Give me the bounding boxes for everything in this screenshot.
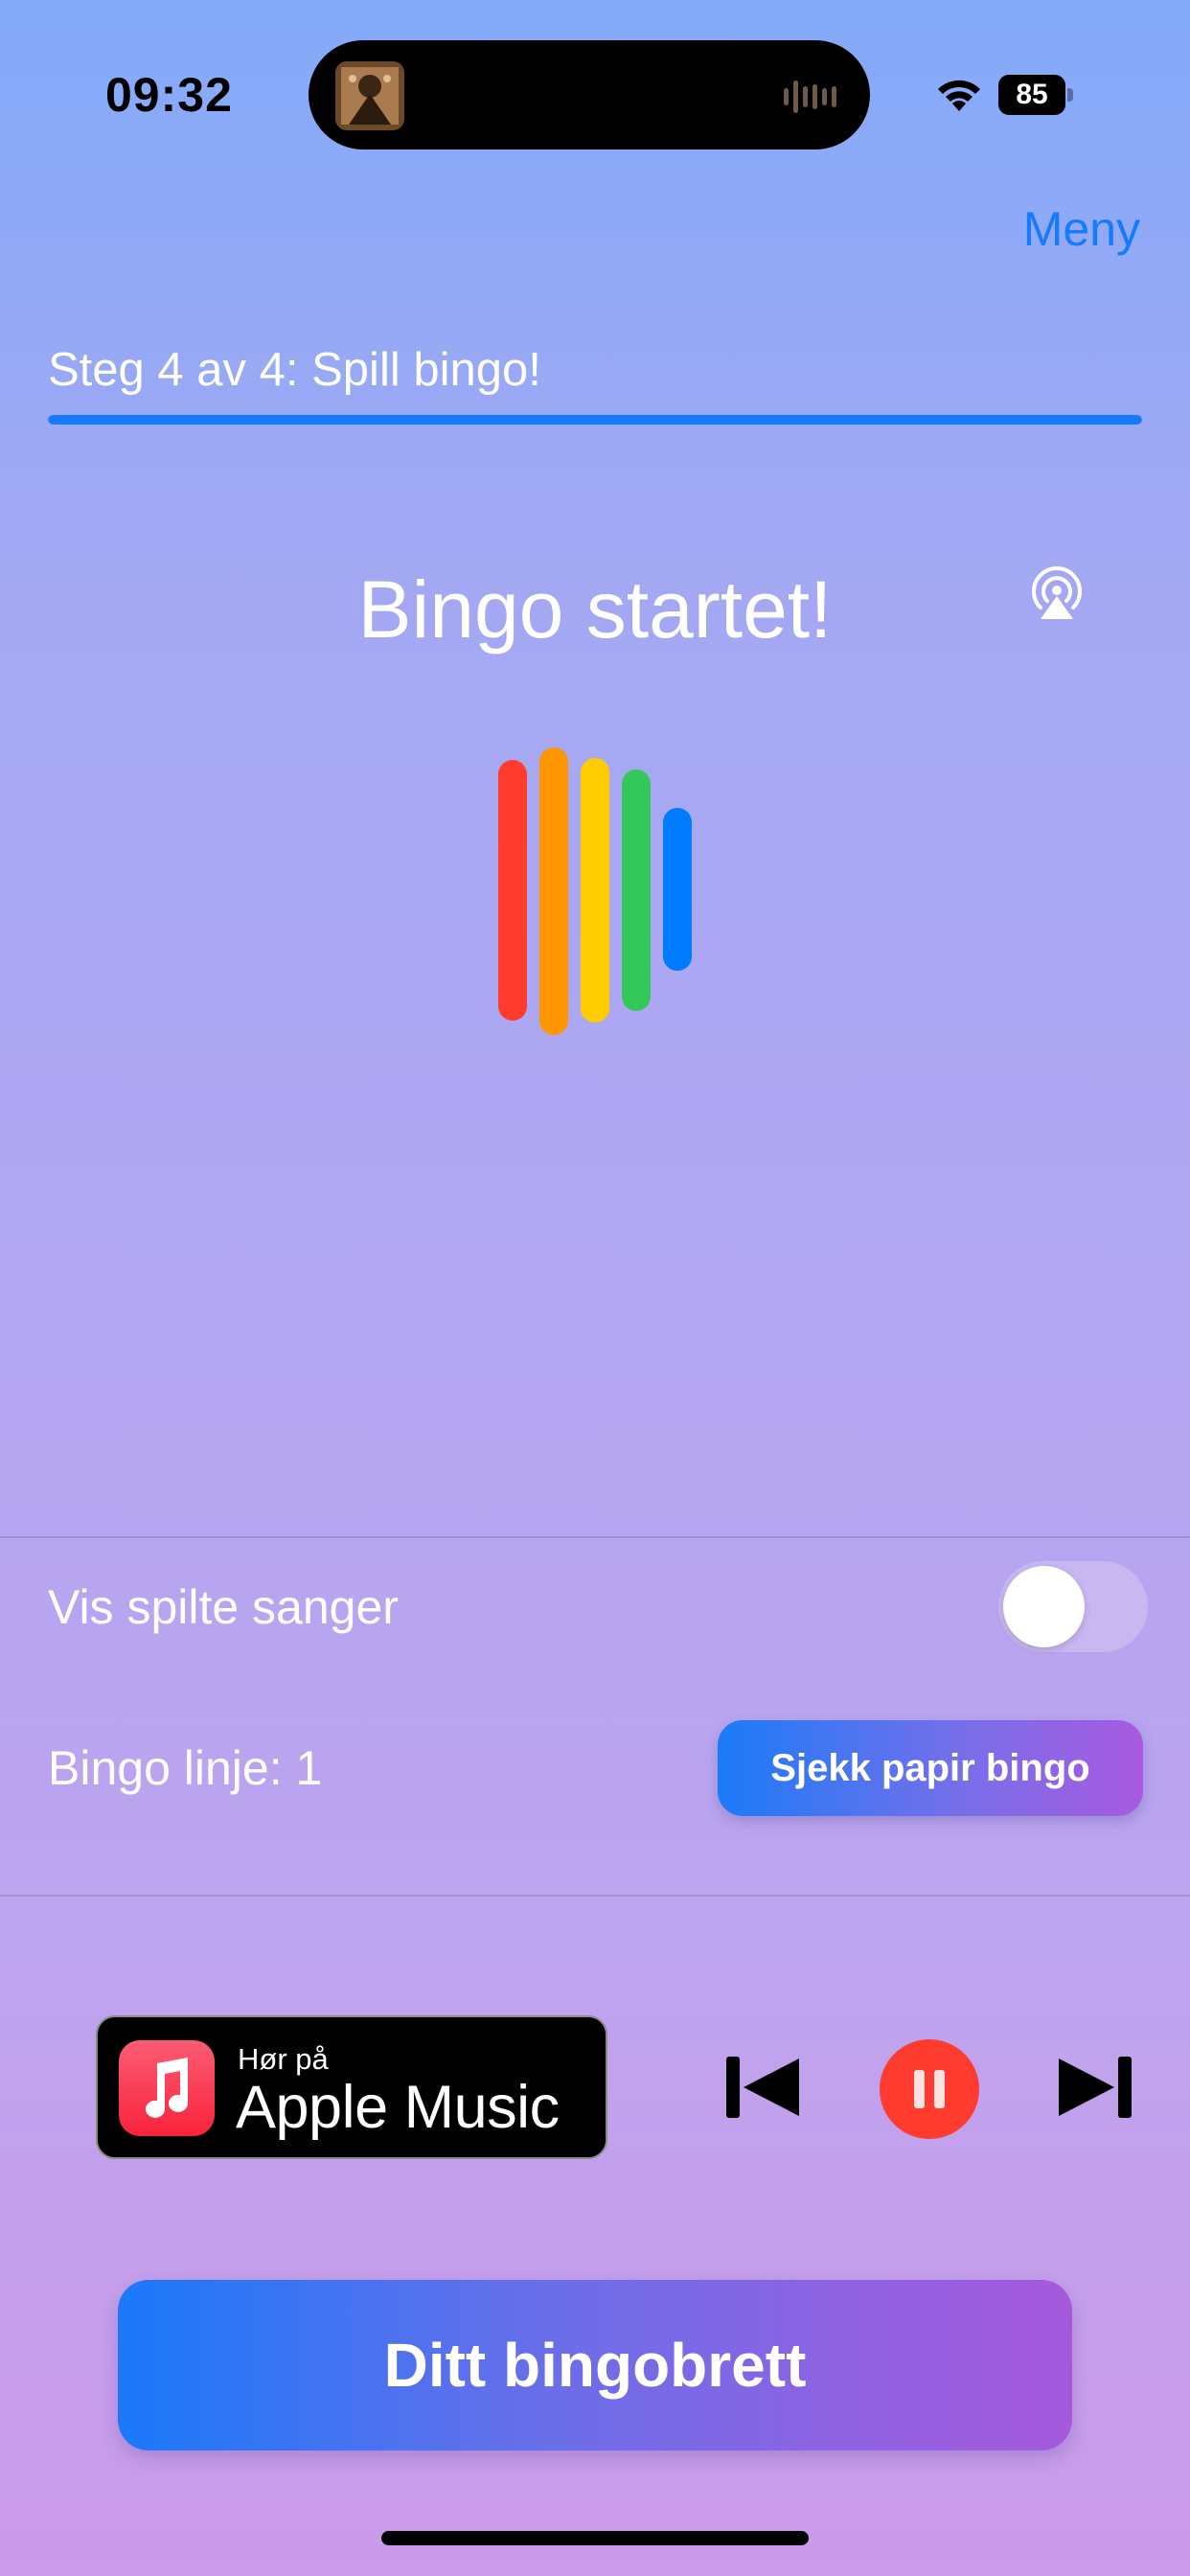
check-paper-bingo-button[interactable]: Sjekk papir bingo xyxy=(718,1720,1143,1816)
pause-button[interactable] xyxy=(880,2039,979,2139)
page-title: Bingo startet! xyxy=(357,564,833,655)
dynamic-island[interactable] xyxy=(309,40,870,150)
pause-icon xyxy=(914,2070,945,2108)
battery-level: 85 xyxy=(1016,79,1048,110)
wifi-icon xyxy=(934,75,984,113)
now-playing-artwork xyxy=(335,61,404,130)
previous-track-button[interactable] xyxy=(722,2053,803,2122)
apple-music-small-text: Hør på xyxy=(238,2042,329,2076)
divider xyxy=(0,1895,1190,1897)
step-progress-fill xyxy=(48,415,1142,425)
bingo-board-button[interactable]: Ditt bingobrett xyxy=(118,2280,1072,2450)
audio-waveform-icon xyxy=(782,79,843,115)
airplay-icon[interactable] xyxy=(1027,565,1087,621)
next-track-icon xyxy=(1059,2057,1132,2118)
apple-music-badge[interactable]: Hør på Apple Music xyxy=(96,2015,607,2159)
home-indicator[interactable] xyxy=(381,2531,809,2545)
bingo-line-label: Bingo linje: 1 xyxy=(48,1741,323,1795)
apple-music-big-text: Apple Music xyxy=(236,2074,560,2141)
visualizer-bar-orange xyxy=(539,748,568,1035)
visualizer-bar-red xyxy=(498,760,527,1021)
menu-button[interactable]: Meny xyxy=(1023,201,1140,257)
visualizer-bar-blue xyxy=(663,808,692,971)
next-track-button[interactable] xyxy=(1055,2053,1135,2122)
show-played-toggle[interactable] xyxy=(998,1561,1148,1652)
step-progress-bar xyxy=(48,415,1142,425)
divider xyxy=(0,1536,1190,1538)
previous-track-icon xyxy=(726,2057,799,2118)
music-visualizer xyxy=(493,743,704,1040)
apple-music-icon xyxy=(119,2040,215,2136)
status-time: 09:32 xyxy=(105,68,233,122)
show-played-label: Vis spilte sanger xyxy=(48,1580,399,1634)
visualizer-bar-yellow xyxy=(581,758,609,1023)
step-label: Steg 4 av 4: Spill bingo! xyxy=(48,344,541,396)
visualizer-bar-green xyxy=(622,770,651,1011)
battery-icon: 85 xyxy=(998,75,1073,115)
toggle-knob xyxy=(1003,1566,1085,1647)
